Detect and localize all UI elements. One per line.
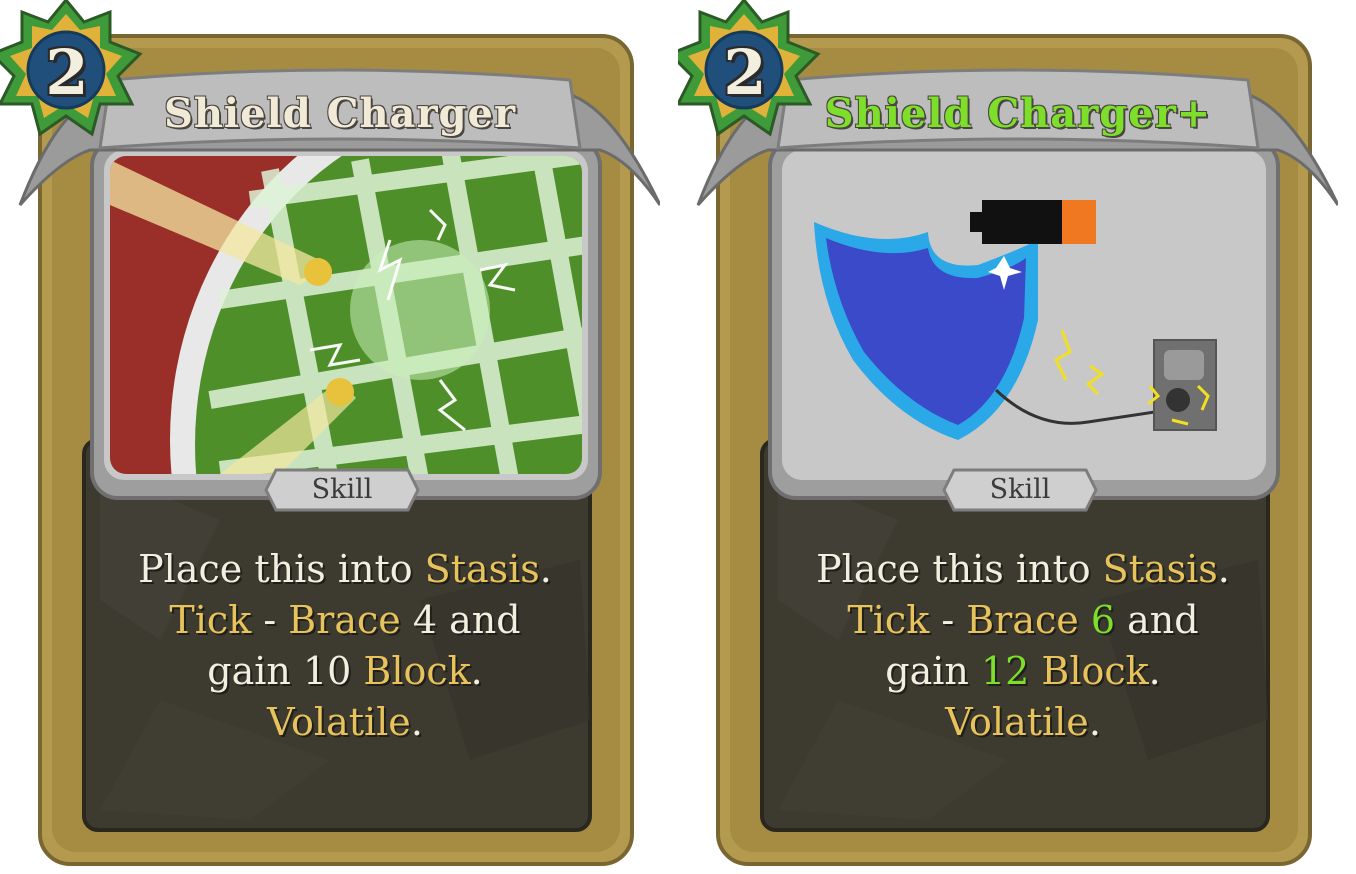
card-shield-charger-plus[interactable]: 2 Shield Charger+ Skill Place this into … <box>678 0 1338 874</box>
keyword-stasis: Stasis <box>1102 547 1218 591</box>
block-amount: 10 <box>302 649 352 693</box>
description-text: . <box>1217 547 1230 591</box>
card-description: Place this into Stasis. Tick - Brace 4 a… <box>100 544 590 748</box>
description-text: . <box>470 649 483 693</box>
keyword-stasis: Stasis <box>424 547 540 591</box>
description-line-4: Volatile. <box>100 697 590 748</box>
description-line-2: Tick - Brace 6 and <box>778 595 1268 646</box>
description-text: Place this into <box>816 547 1103 591</box>
description-text: . <box>539 547 552 591</box>
description-text: - <box>929 598 967 642</box>
card-title: Shield Charger <box>163 90 517 137</box>
brace-amount: 6 <box>1078 598 1116 642</box>
description-text: . <box>1148 649 1161 693</box>
keyword-block: Block <box>363 649 471 693</box>
description-text: and <box>1115 598 1199 642</box>
description-text: gain <box>207 649 303 693</box>
description-text: - <box>251 598 289 642</box>
description-text <box>351 649 363 693</box>
description-text: Place this into <box>138 547 425 591</box>
block-amount: 12 <box>980 649 1030 693</box>
description-text: . <box>410 700 423 744</box>
description-text: gain <box>885 649 981 693</box>
description-line-4: Volatile. <box>778 697 1268 748</box>
card-type-label: Skill <box>989 474 1051 505</box>
keyword-brace: Brace <box>966 598 1079 642</box>
keyword-tick: Tick <box>847 598 930 642</box>
brace-amount: 4 <box>400 598 438 642</box>
description-text: . <box>1088 700 1101 744</box>
description-text: and <box>437 598 521 642</box>
keyword-volatile: Volatile <box>945 700 1089 744</box>
card-cost: 2 <box>45 36 89 109</box>
power-outlet-icon <box>1153 339 1217 431</box>
card-cost: 2 <box>723 36 767 109</box>
card-type-label: Skill <box>311 474 373 505</box>
keyword-volatile: Volatile <box>267 700 411 744</box>
keyword-block: Block <box>1041 649 1149 693</box>
card-description: Place this into Stasis. Tick - Brace 6 a… <box>778 544 1268 748</box>
description-line-3: gain 10 Block. <box>100 646 590 697</box>
description-line-1: Place this into Stasis. <box>100 544 590 595</box>
description-text <box>1029 649 1041 693</box>
description-line-1: Place this into Stasis. <box>778 544 1268 595</box>
keyword-tick: Tick <box>169 598 252 642</box>
description-line-2: Tick - Brace 4 and <box>100 595 590 646</box>
card-title: Shield Charger+ <box>824 90 1212 137</box>
card-shield-charger[interactable]: 2 Shield Charger Skill Place this into S… <box>0 0 660 874</box>
battery-icon <box>970 200 1096 244</box>
keyword-brace: Brace <box>288 598 401 642</box>
description-line-3: gain 12 Block. <box>778 646 1268 697</box>
